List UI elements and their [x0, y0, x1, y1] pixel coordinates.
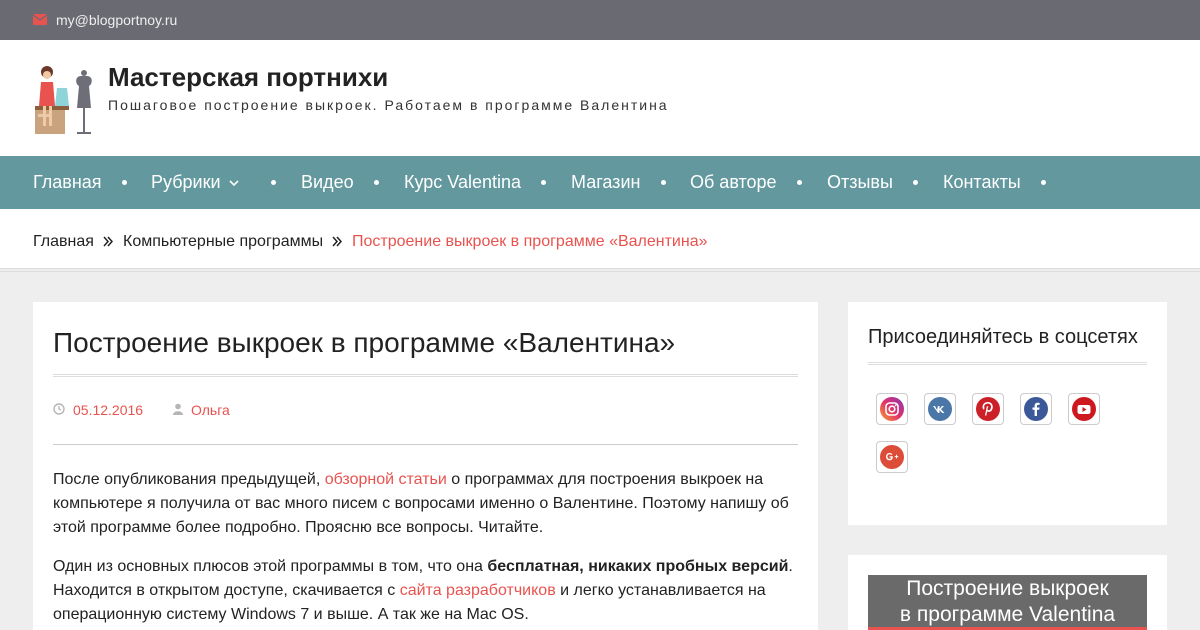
double-chevron-right-icon: [332, 236, 342, 247]
article-paragraph: Один из основных плюсов этой программы в…: [53, 555, 798, 627]
clock-icon: [53, 403, 65, 415]
overview-article-link[interactable]: обзорной статьи: [325, 471, 447, 488]
main-navigation: Главная Рубрики Видео Курс Valentina Маг…: [0, 156, 1200, 209]
highlight-text: бесплатная, никаких пробных версий: [487, 558, 789, 575]
site-tagline: Пошаговое построение выкроек. Работаем в…: [108, 97, 669, 113]
promo-widget: Построение выкроек в программе Valentina: [848, 555, 1167, 630]
double-chevron-right-icon: [103, 236, 113, 247]
title-divider: [53, 374, 798, 377]
chevron-down-icon[interactable]: [229, 179, 239, 187]
nav-item-categories[interactable]: Рубрики: [151, 172, 221, 193]
nav-separator: [661, 180, 666, 185]
nav-item-valentina-course[interactable]: Курс Valentina: [404, 172, 521, 193]
nav-separator: [271, 180, 276, 185]
nav-separator: [913, 180, 918, 185]
breadcrumb-home-link[interactable]: Главная: [33, 233, 94, 251]
nav-separator: [1041, 180, 1046, 185]
youtube-icon[interactable]: [1068, 393, 1100, 425]
nav-item-home[interactable]: Главная: [33, 172, 102, 193]
nav-separator: [374, 180, 379, 185]
article-card: Построение выкроек в программе «Валентин…: [33, 302, 818, 630]
widget-title: Присоединяйтесь в соцсетях: [868, 326, 1138, 348]
facebook-icon[interactable]: [1020, 393, 1052, 425]
article-paragraph: После опубликования предыдущей, обзорной…: [53, 468, 798, 540]
meta-divider: [53, 444, 798, 445]
article-title: Построение выкроек в программе «Валентин…: [53, 327, 676, 358]
contact-email-link[interactable]: my@blogportnoy.ru: [56, 12, 177, 28]
nav-item-video[interactable]: Видео: [301, 172, 354, 193]
breadcrumb: Главная Компьютерные программы Построени…: [0, 209, 1200, 272]
post-author-link[interactable]: Ольга: [191, 402, 230, 418]
promo-banner[interactable]: Построение выкроек в программе Valentina: [868, 575, 1147, 630]
site-logo[interactable]: [33, 62, 97, 140]
user-icon: [173, 403, 183, 415]
nav-separator: [122, 180, 127, 185]
pinterest-icon[interactable]: [972, 393, 1004, 425]
widget-divider: [868, 362, 1147, 365]
nav-item-reviews[interactable]: Отзывы: [827, 172, 893, 193]
paragraph-text: Один из основных плюсов этой программы в…: [53, 558, 488, 575]
google-plus-icon[interactable]: [876, 441, 908, 473]
breadcrumb-category-link[interactable]: Компьютерные программы: [123, 233, 323, 251]
instagram-icon[interactable]: [876, 393, 908, 425]
promo-text: в программе Valentina: [899, 603, 1116, 626]
nav-separator: [797, 180, 802, 185]
nav-item-contacts[interactable]: Контакты: [943, 172, 1021, 193]
post-date-link[interactable]: 05.12.2016: [73, 402, 143, 418]
breadcrumb-current: Построение выкроек в программе «Валентин…: [352, 233, 708, 250]
site-header: Мастерская портнихи Пошаговое построение…: [0, 40, 1200, 156]
nav-separator: [541, 180, 546, 185]
nav-item-about-author[interactable]: Об авторе: [690, 172, 777, 193]
envelope-icon: [33, 14, 47, 25]
top-bar: my@blogportnoy.ru: [0, 0, 1200, 40]
developer-site-link[interactable]: сайта разработчиков: [400, 582, 556, 599]
site-title[interactable]: Мастерская портнихи: [108, 62, 388, 93]
social-widget: Присоединяйтесь в соцсетях: [848, 302, 1167, 525]
promo-text: Построение выкроек: [906, 577, 1109, 600]
paragraph-text: После опубликования предыдущей,: [53, 471, 325, 488]
nav-item-shop[interactable]: Магазин: [571, 172, 640, 193]
vk-icon[interactable]: [924, 393, 956, 425]
